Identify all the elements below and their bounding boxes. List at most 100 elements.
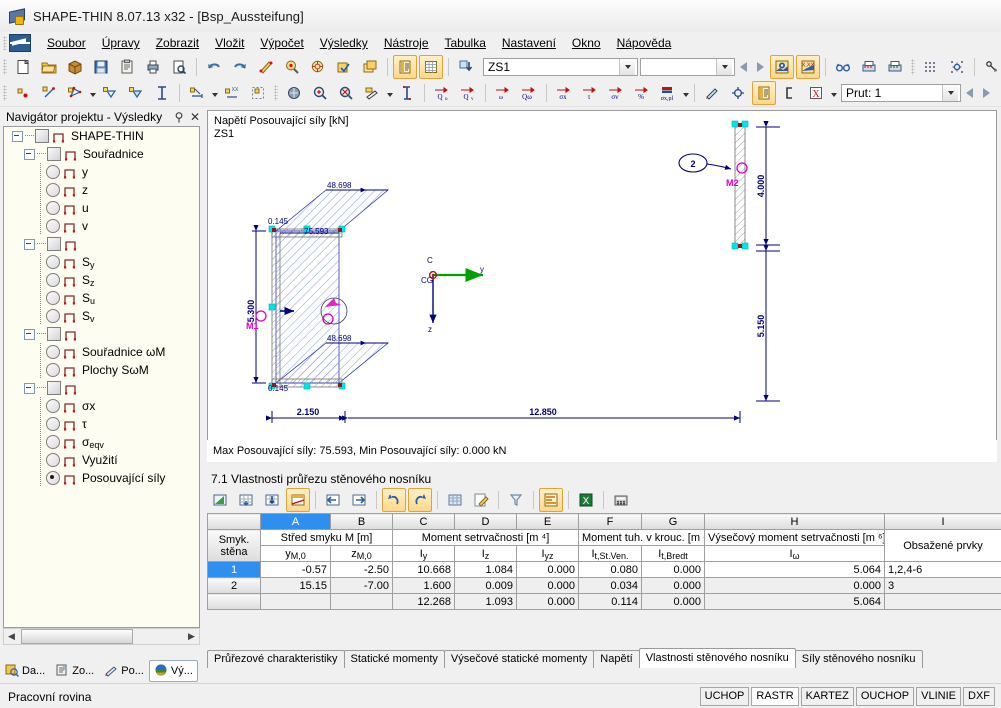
insert-col-icon[interactable]	[260, 488, 284, 512]
col-header-E[interactable]: E	[516, 513, 579, 530]
profile-icon[interactable]	[150, 81, 174, 105]
tree-group-static-moments[interactable]	[4, 235, 199, 253]
clipboard-icon[interactable]	[115, 55, 139, 79]
menu-item-okno[interactable]: Okno	[564, 34, 609, 52]
load-case-combo[interactable]: ZS1	[483, 58, 638, 76]
expander-icon-5[interactable]	[24, 382, 35, 394]
sigma-x-icon[interactable]: σx	[552, 81, 576, 105]
radio-icon-tau[interactable]	[46, 417, 60, 431]
status-button-dxf[interactable]: DXF	[963, 687, 995, 706]
menu-item-nastroje[interactable]: Nástroje	[376, 34, 437, 52]
expander-icon-4[interactable]	[24, 328, 35, 340]
Qv-icon[interactable]: Qv	[456, 81, 480, 105]
zoom-in-icon[interactable]	[308, 81, 332, 105]
open-folder-icon[interactable]	[37, 55, 61, 79]
radio-icon-su[interactable]	[46, 291, 60, 305]
tau-icon[interactable]: τ	[578, 81, 602, 105]
cell-1-A[interactable]: -0.57	[260, 561, 331, 578]
cell-2-H[interactable]: 0.000	[704, 577, 885, 594]
cell-2-A[interactable]: 15.15	[260, 577, 331, 594]
scroll-left-icon[interactable]: ◀	[4, 629, 19, 644]
next-table-icon[interactable]	[347, 488, 371, 512]
tab-sily-stenoveho-nosniku[interactable]: Síly stěnového nosníku	[794, 650, 923, 668]
bottom-tab-render[interactable]: Po...	[99, 660, 149, 682]
row-header-1[interactable]: 1	[207, 561, 261, 578]
graphics-view[interactable]: Napětí Posouvající síly [kN] ZS1 48.698 …	[207, 110, 997, 462]
import-icon[interactable]	[454, 55, 478, 79]
tree-item-posouvajici-sily[interactable]: Posouvající síly	[4, 469, 199, 487]
polygon-icon[interactable]	[63, 81, 87, 105]
surface-icon[interactable]	[98, 81, 122, 105]
cell-1-C[interactable]: 10.668	[392, 561, 455, 578]
clear-dropdown-caret[interactable]	[829, 82, 838, 104]
center-target-icon[interactable]	[726, 81, 750, 105]
printout-report-icon[interactable]	[857, 55, 881, 79]
cell-1-F[interactable]: 0.080	[578, 561, 642, 578]
cell-3-A[interactable]	[260, 593, 331, 610]
stress-dropdown-caret[interactable]	[681, 82, 690, 104]
navigator-tree[interactable]: SHAPE-THIN Souřadnice y z u v Sy Sz Su S…	[3, 126, 200, 628]
chevron-down-icon-3[interactable]	[942, 85, 958, 101]
numeric-results-icon[interactable]: X.XX	[796, 55, 820, 79]
node-snap-icon[interactable]	[980, 55, 1001, 79]
pin-icon[interactable]: ⚲	[171, 110, 187, 124]
checkbox-icon-5[interactable]	[47, 381, 61, 395]
tree-item-v[interactable]: v	[4, 217, 199, 235]
radio-icon-som[interactable]	[46, 363, 60, 377]
toolbar-grip[interactable]	[3, 59, 7, 75]
radio-icon-sigma-eqv[interactable]	[46, 435, 60, 449]
excel-icon[interactable]: X	[574, 488, 598, 512]
table-edit-icon[interactable]	[208, 488, 232, 512]
section-edit-icon[interactable]	[254, 55, 278, 79]
cell-2-D[interactable]: 0.009	[454, 577, 517, 594]
shade-dropdown-caret[interactable]	[385, 82, 394, 104]
col-header-C[interactable]: C	[392, 513, 455, 530]
Qu-icon[interactable]: Qu	[430, 81, 454, 105]
edit-note-icon[interactable]	[469, 488, 493, 512]
expander-icon[interactable]	[12, 130, 23, 142]
expander-icon-3[interactable]	[24, 238, 35, 250]
select-region-icon[interactable]	[246, 81, 270, 105]
tab-staticke-momenty[interactable]: Statické momenty	[343, 650, 445, 668]
mesh-settings-icon[interactable]	[945, 55, 969, 79]
tree-item-plochy-som[interactable]: Plochy SωM	[4, 361, 199, 379]
pencil-ruler-icon[interactable]	[700, 81, 724, 105]
row-header-sum[interactable]	[207, 593, 261, 610]
checkbox-icon-2[interactable]	[47, 147, 61, 161]
glasses-icon[interactable]	[831, 55, 855, 79]
tree-item-sz[interactable]: Sz	[4, 271, 199, 289]
cell-2-G[interactable]: 0.000	[641, 577, 705, 594]
chevron-down-icon-2[interactable]	[716, 59, 732, 75]
tree-item-tau[interactable]: τ	[4, 415, 199, 433]
radio-icon-sy[interactable]	[46, 255, 60, 269]
menu-grip[interactable]	[3, 36, 7, 50]
chart-bars-icon[interactable]	[539, 488, 563, 512]
next-case-button[interactable]	[752, 56, 769, 78]
checkbox-icon-4[interactable]	[47, 327, 61, 341]
radio-icon-om[interactable]	[46, 345, 60, 359]
next-member-button[interactable]	[978, 82, 995, 104]
cell-3-G[interactable]: 0.000	[641, 593, 705, 610]
row-header-2[interactable]: 2	[207, 577, 261, 594]
sigma-v-icon[interactable]: σv	[604, 81, 628, 105]
render-icon[interactable]	[282, 81, 306, 105]
col-header-F[interactable]: F	[578, 513, 642, 530]
tree-item-y[interactable]: y	[4, 163, 199, 181]
cell-3-E[interactable]: 0.000	[516, 593, 579, 610]
checkbox-icon[interactable]	[35, 129, 49, 143]
cell-1-B[interactable]: -2.50	[330, 561, 393, 578]
menu-item-tabulka[interactable]: Tabulka	[437, 34, 494, 52]
view-toolbar-grip[interactable]	[274, 85, 278, 101]
line-icon[interactable]	[37, 81, 61, 105]
col-header-I[interactable]: I	[884, 513, 1001, 530]
select-add-icon[interactable]	[332, 55, 356, 79]
table-row[interactable]: 2 15.15 -7.00 1.600 0.009 0.000 0.034 0.…	[207, 577, 1001, 594]
grid-icon[interactable]	[443, 488, 467, 512]
radio-icon-y[interactable]	[46, 165, 60, 179]
filter-icon[interactable]	[504, 488, 528, 512]
column-icon[interactable]	[395, 81, 419, 105]
dimension-icon[interactable]	[185, 81, 209, 105]
bottom-tab-data[interactable]: Da...	[0, 660, 50, 682]
surface2-icon[interactable]	[124, 81, 148, 105]
toolbar-grip-2[interactable]	[911, 59, 915, 75]
